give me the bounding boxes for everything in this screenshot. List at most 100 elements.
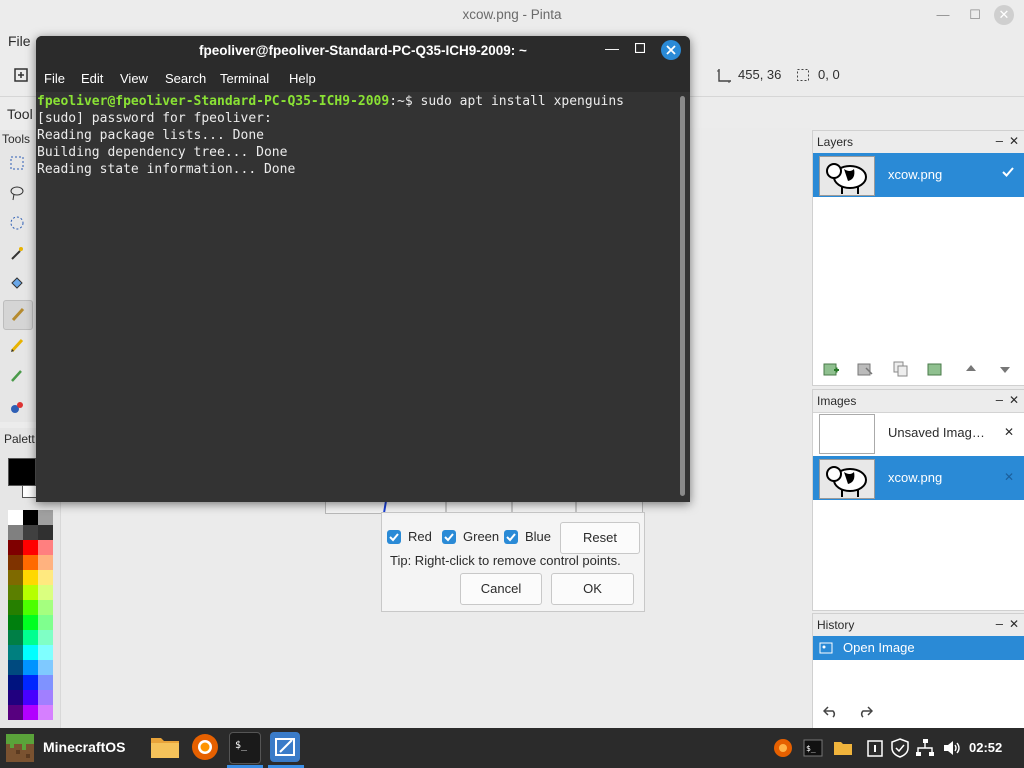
- palette-swatch[interactable]: [8, 540, 23, 555]
- palette-swatch[interactable]: [8, 555, 23, 570]
- palette-swatch[interactable]: [8, 705, 23, 720]
- terminal-minimize-button[interactable]: —: [605, 40, 619, 56]
- palette-swatch[interactable]: [23, 660, 38, 675]
- layer-item[interactable]: xcow.png: [813, 153, 1024, 197]
- merge-layer-icon[interactable]: [927, 361, 943, 377]
- palette-swatch[interactable]: [38, 540, 53, 555]
- palette-swatch[interactable]: [8, 690, 23, 705]
- undo-icon[interactable]: [823, 704, 839, 718]
- firefox-icon[interactable]: [190, 732, 220, 762]
- image-item-xcow[interactable]: xcow.png ✕: [813, 456, 1024, 500]
- clone-stamp-tool[interactable]: [3, 394, 31, 422]
- rectangle-select-tool[interactable]: [3, 150, 31, 178]
- pinta-icon[interactable]: [270, 732, 300, 762]
- palette-swatch[interactable]: [38, 675, 53, 690]
- terminal-menu-edit[interactable]: Edit: [81, 71, 103, 86]
- ellipse-select-tool[interactable]: [3, 210, 31, 238]
- palette-swatch[interactable]: [38, 660, 53, 675]
- palette-swatch[interactable]: [23, 555, 38, 570]
- palette-swatch[interactable]: [8, 645, 23, 660]
- reset-button[interactable]: Reset: [560, 522, 640, 554]
- palette-swatch[interactable]: [38, 525, 53, 540]
- palette-swatch[interactable]: [23, 615, 38, 630]
- palette-swatch[interactable]: [38, 705, 53, 720]
- folder-tray-icon[interactable]: [833, 738, 853, 758]
- move-layer-up-icon[interactable]: [963, 361, 979, 377]
- pinta-close-button[interactable]: ✕: [994, 5, 1014, 25]
- palette-swatch[interactable]: [8, 615, 23, 630]
- terminal-maximize-button[interactable]: [635, 43, 645, 53]
- palette-swatch[interactable]: [23, 540, 38, 555]
- close-image-xcow-icon[interactable]: ✕: [1004, 470, 1014, 484]
- terminal-titlebar[interactable]: fpeoliver@fpeoliver-Standard-PC-Q35-ICH9…: [36, 36, 690, 66]
- images-panel-minimize[interactable]: –: [996, 392, 1003, 407]
- palette-swatch[interactable]: [38, 600, 53, 615]
- palette-swatch[interactable]: [8, 525, 23, 540]
- lasso-select-tool[interactable]: [3, 180, 31, 208]
- palette-swatch[interactable]: [8, 600, 23, 615]
- terminal-menu-help[interactable]: Help: [289, 71, 316, 86]
- clipboard-icon[interactable]: [865, 738, 885, 758]
- magic-wand-tool[interactable]: [3, 240, 31, 268]
- images-panel-close[interactable]: ✕: [1009, 393, 1019, 407]
- paint-bucket-tool[interactable]: [3, 270, 31, 298]
- terminal-output[interactable]: fpeoliver@fpeoliver-Standard-PC-Q35-ICH9…: [36, 92, 690, 502]
- terminal-scrollbar[interactable]: [680, 96, 685, 496]
- palette-swatch[interactable]: [38, 585, 53, 600]
- start-menu-button[interactable]: MinecraftOS: [0, 728, 136, 768]
- palette-swatch[interactable]: [38, 690, 53, 705]
- palette-swatch[interactable]: [38, 510, 53, 525]
- palette-swatch[interactable]: [23, 690, 38, 705]
- palette-swatch[interactable]: [8, 510, 23, 525]
- network-icon[interactable]: [915, 738, 935, 758]
- tool-toggle[interactable]: Tool: [0, 103, 36, 125]
- firefox-tray-icon[interactable]: [773, 738, 793, 758]
- cancel-button[interactable]: Cancel: [460, 573, 542, 605]
- history-panel-close[interactable]: ✕: [1009, 617, 1019, 631]
- palette-swatch[interactable]: [8, 630, 23, 645]
- palette-swatch[interactable]: [23, 525, 38, 540]
- terminal-icon[interactable]: $_: [229, 732, 261, 764]
- close-image-unsaved-icon[interactable]: ✕: [1004, 425, 1014, 439]
- shield-icon[interactable]: [890, 738, 910, 758]
- palette-swatch[interactable]: [38, 630, 53, 645]
- palette-swatch[interactable]: [23, 570, 38, 585]
- layers-panel-minimize[interactable]: –: [996, 133, 1003, 148]
- blue-checkbox[interactable]: [504, 530, 518, 544]
- layers-panel-close[interactable]: ✕: [1009, 134, 1019, 148]
- palette-swatch[interactable]: [23, 705, 38, 720]
- terminal-menu-terminal[interactable]: Terminal: [220, 71, 269, 86]
- ok-button[interactable]: OK: [551, 573, 634, 605]
- new-image-icon[interactable]: [12, 66, 30, 84]
- terminal-tray-icon[interactable]: $_: [803, 738, 823, 758]
- palette-swatch[interactable]: [23, 645, 38, 660]
- duplicate-layer-icon[interactable]: [893, 361, 909, 377]
- primary-color-swatch[interactable]: [8, 458, 36, 486]
- add-layer-icon[interactable]: [823, 361, 839, 377]
- redo-icon[interactable]: [857, 704, 873, 718]
- palette-swatch[interactable]: [23, 675, 38, 690]
- pencil-tool[interactable]: [3, 332, 31, 360]
- palette-swatch[interactable]: [23, 510, 38, 525]
- palette-swatch[interactable]: [23, 630, 38, 645]
- palette-swatch[interactable]: [8, 660, 23, 675]
- palette-swatch[interactable]: [38, 615, 53, 630]
- menu-file[interactable]: File: [8, 33, 31, 49]
- move-layer-down-icon[interactable]: [997, 361, 1013, 377]
- volume-icon[interactable]: [942, 738, 962, 758]
- history-item[interactable]: Open Image: [813, 636, 1024, 660]
- palette-swatch[interactable]: [8, 675, 23, 690]
- file-manager-icon[interactable]: [150, 732, 180, 762]
- color-picker-tool[interactable]: [3, 362, 31, 390]
- terminal-close-button[interactable]: [661, 40, 681, 60]
- terminal-menu-file[interactable]: File: [44, 71, 65, 86]
- palette-swatch[interactable]: [8, 585, 23, 600]
- palette-swatch[interactable]: [23, 585, 38, 600]
- terminal-menu-search[interactable]: Search: [165, 71, 206, 86]
- palette-swatch[interactable]: [8, 570, 23, 585]
- paintbrush-tool[interactable]: [3, 300, 33, 330]
- palette-swatch[interactable]: [38, 555, 53, 570]
- terminal-menu-view[interactable]: View: [120, 71, 148, 86]
- palette-swatch[interactable]: [23, 600, 38, 615]
- minimize-button[interactable]: —: [932, 4, 954, 26]
